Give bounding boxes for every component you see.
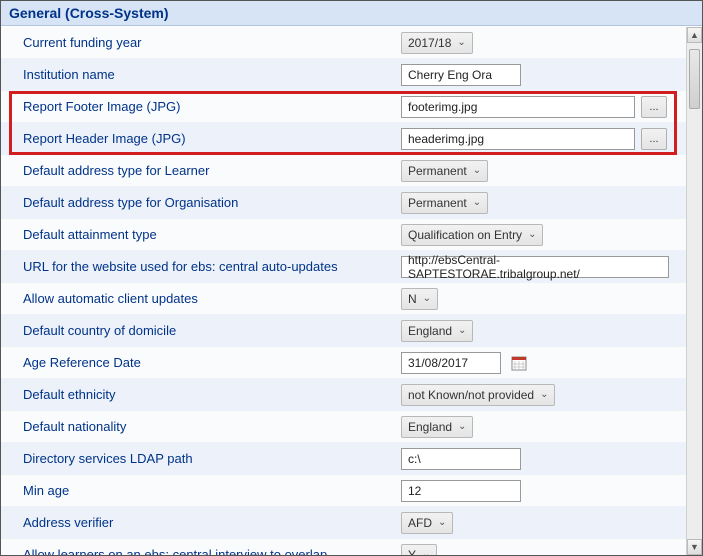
setting-label: Default ethnicity — [23, 387, 401, 402]
setting-label: Min age — [23, 483, 401, 498]
chevron-down-icon: ⌄ — [473, 165, 481, 176]
vertical-scrollbar[interactable]: ▲ ▼ — [686, 27, 702, 555]
chevron-down-icon: ⌄ — [473, 197, 481, 208]
setting-label: Address verifier — [23, 515, 401, 530]
setting-label: Default address type for Organisation — [23, 195, 401, 210]
dropdown[interactable]: 2017/18 ⌄ — [401, 32, 473, 54]
setting-control: Cherry Eng Ora — [401, 64, 686, 86]
settings-panel: General (Cross-System) Current funding y… — [0, 0, 703, 556]
setting-row: Report Header Image (JPG)headerimg.jpg..… — [1, 123, 686, 155]
panel-title: General (Cross-System) — [9, 5, 169, 21]
dropdown-value: 2017/18 — [408, 36, 451, 50]
setting-control: Permanent ⌄ — [401, 160, 686, 182]
setting-label: Default address type for Learner — [23, 163, 401, 178]
setting-row: Default attainment typeQualification on … — [1, 219, 686, 251]
setting-row: Age Reference Date31/08/2017 — [1, 347, 686, 379]
browse-button[interactable]: ... — [641, 96, 667, 118]
dropdown[interactable]: Y⌄ — [401, 544, 437, 556]
setting-row: Address verifier AFD ⌄ — [1, 507, 686, 539]
setting-label: Default nationality — [23, 419, 401, 434]
chevron-down-icon: ⌄ — [540, 389, 548, 400]
dropdown[interactable]: Qualification on Entry ⌄ — [401, 224, 543, 246]
setting-label: URL for the website used for ebs: centra… — [23, 259, 401, 274]
setting-row: Default ethnicity not Known/not provided ⌄ — [1, 379, 686, 411]
setting-control: England ⌄ — [401, 320, 686, 342]
setting-control: England ⌄ — [401, 416, 686, 438]
setting-row: Allow automatic client updatesN⌄ — [1, 283, 686, 315]
setting-label: Default country of domicile — [23, 323, 401, 338]
date-input[interactable]: 31/08/2017 — [401, 352, 501, 374]
chevron-down-icon: ⌄ — [422, 549, 430, 555]
setting-control: Permanent ⌄ — [401, 192, 686, 214]
setting-control: N⌄ — [401, 288, 686, 310]
chevron-down-icon: ⌄ — [458, 421, 466, 432]
dropdown[interactable]: England ⌄ — [401, 320, 473, 342]
text-input[interactable]: 12 — [401, 480, 521, 502]
setting-control: 2017/18 ⌄ — [401, 32, 686, 54]
chevron-down-icon: ⌄ — [458, 325, 466, 336]
dropdown-value: Qualification on Entry — [408, 228, 522, 242]
dropdown-value: England — [408, 324, 452, 338]
setting-label: Report Footer Image (JPG) — [23, 99, 401, 114]
setting-label: Directory services LDAP path — [23, 451, 401, 466]
setting-label: Report Header Image (JPG) — [23, 131, 401, 146]
dropdown-value: Y — [408, 548, 416, 556]
setting-control: 12 — [401, 480, 686, 502]
dropdown[interactable]: not Known/not provided ⌄ — [401, 384, 555, 406]
dropdown-value: Permanent — [408, 164, 467, 178]
setting-control: c:\ — [401, 448, 686, 470]
scroll-up-arrow[interactable]: ▲ — [687, 27, 702, 43]
dropdown-value: England — [408, 420, 452, 434]
chevron-down-icon: ⌄ — [528, 229, 536, 240]
setting-label: Allow learners on an ebs: central interv… — [23, 547, 401, 555]
setting-row: Default country of domicile England ⌄ — [1, 315, 686, 347]
setting-row: Default nationality England ⌄ — [1, 411, 686, 443]
setting-control: Y⌄ — [401, 544, 686, 556]
setting-row: URL for the website used for ebs: centra… — [1, 251, 686, 283]
setting-control: not Known/not provided ⌄ — [401, 384, 686, 406]
dropdown-value: not Known/not provided — [408, 388, 534, 402]
scroll-thumb[interactable] — [689, 49, 700, 109]
dropdown[interactable]: England ⌄ — [401, 416, 473, 438]
setting-label: Age Reference Date — [23, 355, 401, 370]
setting-control: footerimg.jpg... — [401, 96, 686, 118]
dropdown-value: Permanent — [408, 196, 467, 210]
setting-control: AFD ⌄ — [401, 512, 686, 534]
setting-control: Qualification on Entry ⌄ — [401, 224, 686, 246]
chevron-down-icon: ⌄ — [423, 293, 431, 304]
calendar-icon[interactable] — [511, 355, 527, 371]
setting-row: Default address type for LearnerPermanen… — [1, 155, 686, 187]
text-input[interactable]: c:\ — [401, 448, 521, 470]
dropdown-value: N — [408, 292, 417, 306]
dropdown-value: AFD — [408, 516, 432, 530]
setting-label: Institution name — [23, 67, 401, 82]
setting-row: Institution nameCherry Eng Ora — [1, 59, 686, 91]
dropdown[interactable]: AFD ⌄ — [401, 512, 453, 534]
browse-button[interactable]: ... — [641, 128, 667, 150]
setting-label: Default attainment type — [23, 227, 401, 242]
settings-content: Current funding year 2017/18 ⌄ Institution … — [1, 27, 686, 555]
scroll-down-arrow[interactable]: ▼ — [687, 539, 702, 555]
setting-row: Min age12 — [1, 475, 686, 507]
setting-label: Allow automatic client updates — [23, 291, 401, 306]
file-path-input[interactable]: footerimg.jpg — [401, 96, 635, 118]
setting-row: Allow learners on an ebs: central interv… — [1, 539, 686, 555]
setting-row: Directory services LDAP pathc:\ — [1, 443, 686, 475]
setting-control: 31/08/2017 — [401, 352, 686, 374]
setting-row: Current funding year 2017/18 ⌄ — [1, 27, 686, 59]
setting-control: http://ebsCentral-SAPTESTORAE.tribalgrou… — [401, 256, 686, 278]
chevron-down-icon: ⌄ — [457, 37, 465, 48]
panel-header: General (Cross-System) — [1, 1, 702, 26]
setting-control: headerimg.jpg... — [401, 128, 686, 150]
setting-label: Current funding year — [23, 35, 401, 50]
chevron-down-icon: ⌄ — [438, 517, 446, 528]
text-input[interactable]: Cherry Eng Ora — [401, 64, 521, 86]
file-path-input[interactable]: headerimg.jpg — [401, 128, 635, 150]
dropdown[interactable]: Permanent ⌄ — [401, 192, 488, 214]
text-input[interactable]: http://ebsCentral-SAPTESTORAE.tribalgrou… — [401, 256, 669, 278]
dropdown[interactable]: N⌄ — [401, 288, 438, 310]
dropdown[interactable]: Permanent ⌄ — [401, 160, 488, 182]
setting-row: Report Footer Image (JPG)footerimg.jpg..… — [1, 91, 686, 123]
setting-row: Default address type for OrganisationPer… — [1, 187, 686, 219]
